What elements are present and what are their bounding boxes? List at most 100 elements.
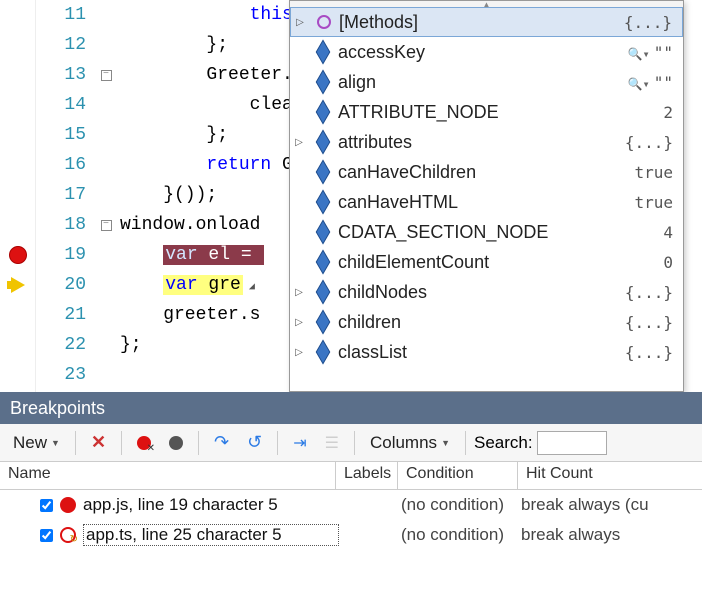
item-name: CDATA_SECTION_NODE [338,222,593,243]
new-button[interactable]: New▼ [6,430,67,456]
item-value: 2 [593,103,683,122]
breakpoint-hit: break always (cu [521,495,702,515]
delete-button[interactable]: ✕ [84,429,113,456]
line-number: 19 [36,240,86,270]
list-button[interactable]: ☰ [318,430,346,456]
line-number: 18 [36,210,86,240]
intellisense-item[interactable]: ATTRIBUTE_NODE2 [290,97,683,127]
gutter-row[interactable] [0,180,35,210]
intellisense-popup[interactable]: ▷[Methods]{...}accessKey🔍▾""align🔍▾""ATT… [289,0,684,392]
fold-toggle[interactable] [96,180,116,210]
intellisense-item[interactable]: ▷attributes{...} [290,127,683,157]
gutter-row[interactable] [0,150,35,180]
header-hit[interactable]: Hit Count [518,462,702,489]
intellisense-item[interactable]: canHaveHTMLtrue [290,187,683,217]
expand-icon[interactable]: ▷ [291,17,309,28]
property-icon [312,71,334,93]
gutter-row[interactable] [0,360,35,390]
gutter-row[interactable] [0,330,35,360]
item-value: 4 [593,223,683,242]
line-number: 12 [36,30,86,60]
gutter-row[interactable] [0,210,35,240]
editor-area: 11121314151617181920212223 −− this. }; G… [0,0,702,392]
intellisense-item[interactable]: ▷[Methods]{...} [290,7,683,37]
header-condition[interactable]: Condition [398,462,518,489]
item-value: 🔍▾"" [593,73,683,92]
red-dot-icon: ✕ [137,436,151,450]
item-value: {...} [592,13,682,32]
intellisense-item[interactable]: ▷classList{...} [290,337,683,367]
fold-toggle[interactable] [96,330,116,360]
fold-toggle[interactable] [96,150,116,180]
fold-toggle[interactable] [96,0,116,30]
expand-icon[interactable]: ▷ [290,317,308,328]
x-icon: ✕ [91,432,106,453]
expand-icon[interactable]: ▷ [290,137,308,148]
item-name: children [338,312,593,333]
intellisense-item[interactable]: CDATA_SECTION_NODE4 [290,217,683,247]
fold-toggle[interactable] [96,120,116,150]
magnifier-icon[interactable]: 🔍▾ [628,77,650,91]
intellisense-item[interactable]: align🔍▾"" [290,67,683,97]
breakpoint-checkbox[interactable] [40,529,53,542]
breakpoints-headers[interactable]: Name Labels Condition Hit Count [0,462,702,490]
intellisense-item[interactable]: canHaveChildrentrue [290,157,683,187]
redo-icon: ↷ [214,432,229,453]
item-name: classList [338,342,593,363]
redo-button[interactable]: ↷ [207,429,236,456]
header-labels[interactable]: Labels [336,462,398,489]
fold-toggle[interactable] [96,360,116,390]
list-icon: ☰ [325,433,339,453]
intellisense-item[interactable]: childElementCount0 [290,247,683,277]
gutter-row[interactable] [0,300,35,330]
gutter-row[interactable] [0,240,35,270]
line-number: 20 [36,270,86,300]
intellisense-item[interactable]: ▷children{...} [290,307,683,337]
breakpoints-toolbar: New▼ ✕ ✕ ↷ ↺ ⇥ ☰ Columns▼ Search: [0,424,702,462]
breakpoints-panel: Breakpoints New▼ ✕ ✕ ↷ ↺ ⇥ ☰ Columns▼ Se… [0,392,702,599]
breakpoint-item[interactable]: app.ts, line 25 character 5(no condition… [0,520,702,550]
inline-expand-icon[interactable]: ◢ [243,282,255,293]
enable-all-button[interactable] [162,433,190,453]
refresh-button[interactable]: ↺ [240,429,269,456]
breakpoint-red-icon [59,496,77,514]
disable-all-button[interactable]: ✕ [130,433,158,453]
magnifier-icon[interactable]: 🔍▾ [628,47,650,61]
fold-column: −− [96,0,116,392]
fold-toggle[interactable]: − [96,210,116,240]
item-name: accessKey [338,42,593,63]
property-icon [312,221,334,243]
intellisense-item[interactable]: ▷childNodes{...} [290,277,683,307]
item-name: canHaveHTML [338,192,593,213]
fold-toggle[interactable] [96,90,116,120]
item-name: ATTRIBUTE_NODE [338,102,593,123]
expand-icon[interactable]: ▷ [290,347,308,358]
fold-toggle[interactable] [96,270,116,300]
gutter-row[interactable] [0,60,35,90]
gutter-row[interactable] [0,120,35,150]
expand-icon[interactable]: ▷ [290,287,308,298]
breakpoint-item[interactable]: app.js, line 19 character 5(no condition… [0,490,702,520]
line-number: 17 [36,180,86,210]
breakpoints-title: Breakpoints [0,392,702,424]
gutter-row[interactable] [0,90,35,120]
search-input[interactable] [537,431,607,455]
property-icon [312,251,334,273]
breakpoint-hit: break always [521,525,702,545]
item-value: {...} [593,133,683,152]
breakpoint-condition: (no condition) [401,495,521,515]
fold-toggle[interactable]: − [96,60,116,90]
gutter-row[interactable] [0,270,35,300]
intellisense-item[interactable]: accessKey🔍▾"" [290,37,683,67]
fold-toggle[interactable] [96,300,116,330]
columns-button[interactable]: Columns▼ [363,430,457,456]
fold-toggle[interactable] [96,240,116,270]
header-name[interactable]: Name [0,462,336,489]
breakpoint-icon[interactable] [9,246,27,264]
goto-button[interactable]: ⇥ [286,430,313,456]
breakpoint-text: app.ts, line 25 character 5 [83,524,339,546]
breakpoint-checkbox[interactable] [40,499,53,512]
fold-toggle[interactable] [96,30,116,60]
gutter-row[interactable] [0,0,35,30]
gutter-row[interactable] [0,30,35,60]
